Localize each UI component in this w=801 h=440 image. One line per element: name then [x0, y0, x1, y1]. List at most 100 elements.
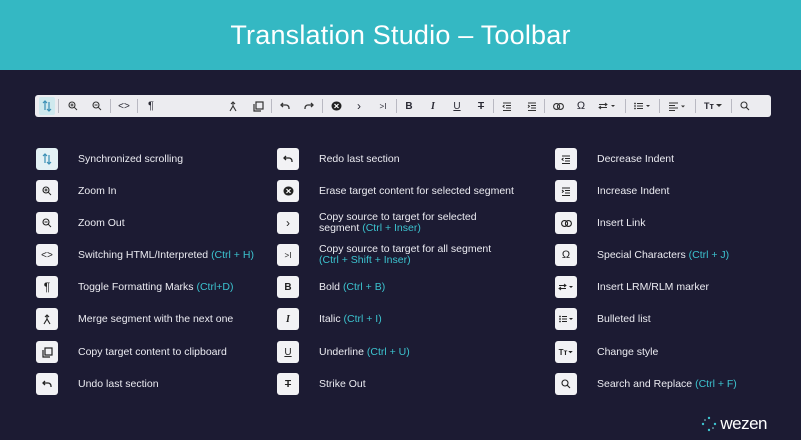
- toolbar-separator: [695, 99, 696, 113]
- html-icon: <>: [36, 244, 58, 266]
- omega-icon[interactable]: Ω: [574, 97, 588, 115]
- bullet-list-icon[interactable]: [631, 97, 653, 115]
- legend-label: Synchronized scrolling: [78, 152, 184, 165]
- legend-label: Insert LRM/RLM marker: [597, 280, 710, 293]
- decrease-indent-icon[interactable]: [500, 97, 514, 115]
- legend-label: Insert Link: [597, 216, 646, 229]
- shortcut: (Ctrl + B): [342, 280, 386, 293]
- legend-label: Special Characters (Ctrl + J): [597, 248, 730, 261]
- html-icon[interactable]: <>: [115, 97, 133, 115]
- legend-label: Zoom Out: [78, 216, 125, 229]
- strike-icon: T: [277, 373, 299, 395]
- underline-icon: U: [277, 341, 299, 363]
- toolbar-separator: [58, 99, 59, 113]
- wezen-logo: wezen: [701, 414, 767, 434]
- zoom-out-icon[interactable]: [89, 97, 105, 115]
- erase-icon[interactable]: [328, 97, 344, 115]
- increase-indent-icon[interactable]: [525, 97, 539, 115]
- legend-label: Change style: [597, 345, 659, 358]
- toolbar-separator: [110, 99, 111, 113]
- legend-item: Undo last section: [36, 373, 159, 395]
- lrm-icon: [555, 276, 577, 298]
- merge-icon[interactable]: [225, 97, 241, 115]
- toolbar-separator: [731, 99, 732, 113]
- legend-label: Italic (Ctrl + I): [319, 312, 382, 325]
- legend-label: Increase Indent: [597, 184, 670, 197]
- copy-icon[interactable]: [250, 97, 266, 115]
- toolbar-separator: [137, 99, 138, 113]
- toolbar-separator: [544, 99, 545, 113]
- redo-icon[interactable]: [301, 97, 317, 115]
- copy-all-icon[interactable]: >I: [375, 97, 391, 115]
- decrease-indent-icon: [555, 148, 577, 170]
- align-icon[interactable]: [665, 97, 689, 115]
- legend-item: Erase target content for selected segmen…: [277, 180, 514, 202]
- legend-item: U Underline (Ctrl + U): [277, 341, 410, 363]
- legend-item: Bulleted list: [555, 308, 651, 330]
- legend-label: Bulleted list: [597, 312, 651, 325]
- toolbar-separator: [396, 99, 397, 113]
- legend-item: Copy target content to clipboard: [36, 341, 227, 363]
- legend-item: Zoom In: [36, 180, 117, 202]
- pilcrow-icon[interactable]: ¶: [143, 97, 159, 115]
- legend-label: Redo last section: [319, 152, 400, 165]
- bold-icon[interactable]: B: [402, 97, 416, 115]
- style-icon[interactable]: Tт: [701, 97, 725, 115]
- search-icon[interactable]: [737, 97, 753, 115]
- search-icon: [555, 373, 577, 395]
- shortcut: (Ctrl + J): [688, 248, 730, 261]
- shortcut: (Ctrl + U): [366, 345, 410, 358]
- legend-label: Merge segment with the next one: [78, 312, 234, 325]
- legend-item: Search and Replace (Ctrl + F): [555, 373, 737, 395]
- undo-icon: [36, 373, 58, 395]
- zoom-in-icon[interactable]: [65, 97, 81, 115]
- legend-item: Decrease Indent: [555, 148, 674, 170]
- legend-item: B Bold (Ctrl + B): [277, 276, 385, 298]
- sync-scroll-icon: [36, 148, 58, 170]
- legend-label: Toggle Formatting Marks (Ctrl+D): [78, 280, 234, 293]
- legend-item: Insert LRM/RLM marker: [555, 276, 709, 298]
- style-glyph: Tт: [704, 101, 714, 111]
- legend-item: >I Copy source to target for all segment…: [277, 244, 491, 266]
- copy-icon: [36, 341, 58, 363]
- lrm-icon[interactable]: [596, 97, 618, 115]
- legend-item: Redo last section: [277, 148, 400, 170]
- shortcut: (Ctrl+D): [196, 280, 234, 293]
- strike-icon[interactable]: T: [474, 97, 488, 115]
- underline-icon[interactable]: U: [450, 97, 464, 115]
- page-title: Translation Studio – Toolbar: [230, 19, 571, 50]
- legend-item: Merge segment with the next one: [36, 308, 233, 330]
- legend-label: Copy target content to clipboard: [78, 345, 227, 358]
- sync-scroll-icon[interactable]: [39, 97, 55, 115]
- italic-icon[interactable]: I: [426, 97, 440, 115]
- zoom-out-icon: [36, 212, 58, 234]
- copy-source-icon[interactable]: ›: [352, 97, 366, 115]
- merge-icon: [36, 308, 58, 330]
- legend-label: Zoom In: [78, 184, 117, 197]
- legend-label: Erase target content for selected segmen…: [319, 184, 514, 197]
- toolbar-separator: [625, 99, 626, 113]
- legend-item: › Copy source to target for selected seg…: [277, 212, 477, 234]
- legend-label: Bold (Ctrl + B): [319, 280, 386, 293]
- legend-item: T Strike Out: [277, 373, 366, 395]
- bold-icon: B: [277, 276, 299, 298]
- link-icon[interactable]: [550, 97, 566, 115]
- toolbar-separator: [659, 99, 660, 113]
- italic-icon: I: [277, 308, 299, 330]
- legend-item: Ω Special Characters (Ctrl + J): [555, 244, 729, 266]
- legend-item: Insert Link: [555, 212, 645, 234]
- shortcut: (Ctrl + H): [211, 248, 254, 261]
- header-banner: Translation Studio – Toolbar: [0, 0, 801, 70]
- legend-label: Search and Replace (Ctrl + F): [597, 377, 737, 390]
- logo-text: wezen: [720, 414, 767, 433]
- zoom-in-icon: [36, 180, 58, 202]
- undo-icon[interactable]: [277, 97, 293, 115]
- toolbar-separator: [271, 99, 272, 113]
- toolbar-separator: [493, 99, 494, 113]
- legend-item: Synchronized scrolling: [36, 148, 183, 170]
- legend-label: Decrease Indent: [597, 152, 675, 165]
- shortcut: (Ctrl + Shift + Inser): [319, 254, 411, 266]
- legend-label: Copy source to target for selected segme…: [319, 211, 477, 234]
- omega-icon: Ω: [555, 244, 577, 266]
- copy-all-icon: >I: [277, 244, 299, 266]
